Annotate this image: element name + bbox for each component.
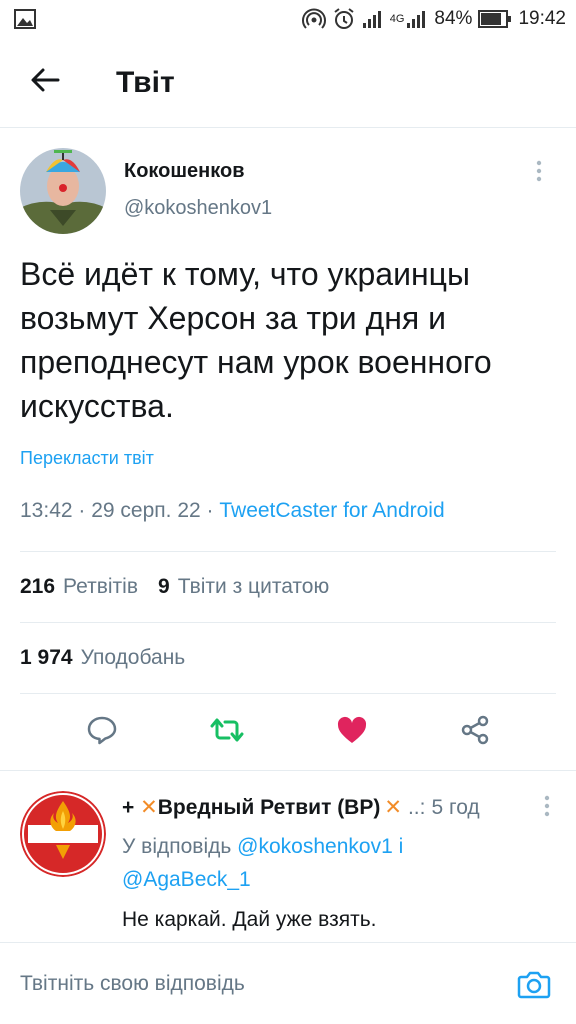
replying-to-conjunction: і <box>398 835 404 858</box>
author-avatar[interactable] <box>20 148 106 234</box>
reply-button[interactable] <box>86 715 118 750</box>
hotspot-icon <box>301 8 326 30</box>
replying-to-label: У відповідь <box>122 835 232 858</box>
camera-icon <box>517 971 551 998</box>
retweet-icon <box>210 718 243 741</box>
reply-text: Не каркай. Дай уже взять. <box>122 908 377 931</box>
heart-icon <box>337 716 366 743</box>
tweet-text: Всё идёт к тому, что украинцы возьмут Хе… <box>20 256 492 424</box>
reply-input[interactable]: Твітніть свою відповідь <box>20 972 245 996</box>
retweets-label: Ретвітів <box>63 575 138 598</box>
like-button[interactable] <box>336 715 368 750</box>
reply-time: 5 год <box>431 795 480 819</box>
signal-icon <box>362 9 384 29</box>
meta-dot: · <box>206 499 220 522</box>
likes-stat[interactable]: 1 974 Уподобань <box>20 646 185 670</box>
camera-button[interactable] <box>512 962 556 1006</box>
quotes-count: 9 <box>158 575 170 598</box>
quotes-stat[interactable]: 9 Твіти з цитатою <box>158 575 329 599</box>
mention-link[interactable]: @AgaBeck_1 <box>122 868 251 891</box>
alarm-icon <box>332 7 356 31</box>
tweet-detail: Кокошенков @kokoshenkov1 Всё идёт к тому… <box>0 128 576 770</box>
reply-author-avatar[interactable] <box>20 791 106 877</box>
battery-icon <box>478 10 512 28</box>
gallery-notification-icon <box>14 9 36 29</box>
tweet-time: 13:42 <box>20 499 73 522</box>
tweet-author: Кокошенков @kokoshenkov1 <box>20 128 556 234</box>
retweets-stat[interactable]: 216 Ретвітів <box>20 575 138 599</box>
header: Твіт <box>0 38 576 128</box>
retweet-stats: 216 Ретвітів 9 Твіти з цитатою <box>20 552 556 623</box>
reply-header: + ✕Вредный Ретвит (ВР) ✕ ..: 5 год <box>122 795 556 820</box>
author-display-name[interactable]: Кокошенков <box>124 160 272 183</box>
tweet-meta: 13:42 · 29 серп. 22 · TweetCaster for An… <box>20 499 556 552</box>
replying-to: У відповідь @kokoshenkov1 і @AgaBeck_1 <box>122 830 556 896</box>
retweets-count: 216 <box>20 575 56 598</box>
share-button[interactable] <box>459 714 491 751</box>
reply-compose-bar[interactable]: Твітніть свою відповідь <box>0 942 576 1024</box>
more-vertical-icon <box>536 160 542 186</box>
arrow-left-icon <box>30 67 60 98</box>
tweet-actions <box>20 694 556 770</box>
cross-mark-icon: ✕ <box>384 796 402 819</box>
network-type: 4G <box>389 13 405 25</box>
meta-dot: · <box>78 499 92 522</box>
mention-link[interactable]: @kokoshenkov1 <box>237 835 393 858</box>
reply-more-options-button[interactable] <box>544 795 550 822</box>
more-options-button[interactable] <box>536 160 542 187</box>
like-stats: 1 974 Уподобань <box>20 623 556 694</box>
back-button[interactable] <box>0 38 90 128</box>
likes-label: Уподобань <box>80 646 186 669</box>
reply-handle[interactable]: ..: <box>408 796 426 820</box>
share-icon <box>461 715 488 744</box>
retweet-button[interactable] <box>209 715 245 750</box>
likes-count: 1 974 <box>20 646 73 669</box>
tweet-client-link[interactable]: TweetCaster for Android <box>219 499 444 522</box>
comment-icon <box>87 716 116 744</box>
translate-tweet-link[interactable]: Перекласти твіт <box>20 448 556 469</box>
status-bar: 4G 84% 19:42 <box>0 0 576 38</box>
author-username[interactable]: @kokoshenkov1 <box>124 197 272 220</box>
page-title: Твіт <box>116 65 175 99</box>
reply-author-name[interactable]: + ✕Вредный Ретвит (ВР) ✕ <box>122 795 402 820</box>
quotes-label: Твіти з цитатою <box>177 575 330 598</box>
tweet-date: 29 серп. 22 <box>91 499 201 522</box>
reply-author-name-text: Вредный Ретвит (ВР) <box>157 796 381 819</box>
battery-percent: 84% <box>434 8 473 29</box>
reply-name-prefix: + <box>122 796 135 819</box>
more-vertical-icon <box>544 795 550 821</box>
clock: 19:42 <box>518 8 566 29</box>
cross-mark-icon: ✕ <box>140 796 158 819</box>
signal-icon-2 <box>406 9 428 29</box>
reply-tweet[interactable]: + ✕Вредный Ретвит (ВР) ✕ ..: 5 год У відп… <box>0 771 576 959</box>
